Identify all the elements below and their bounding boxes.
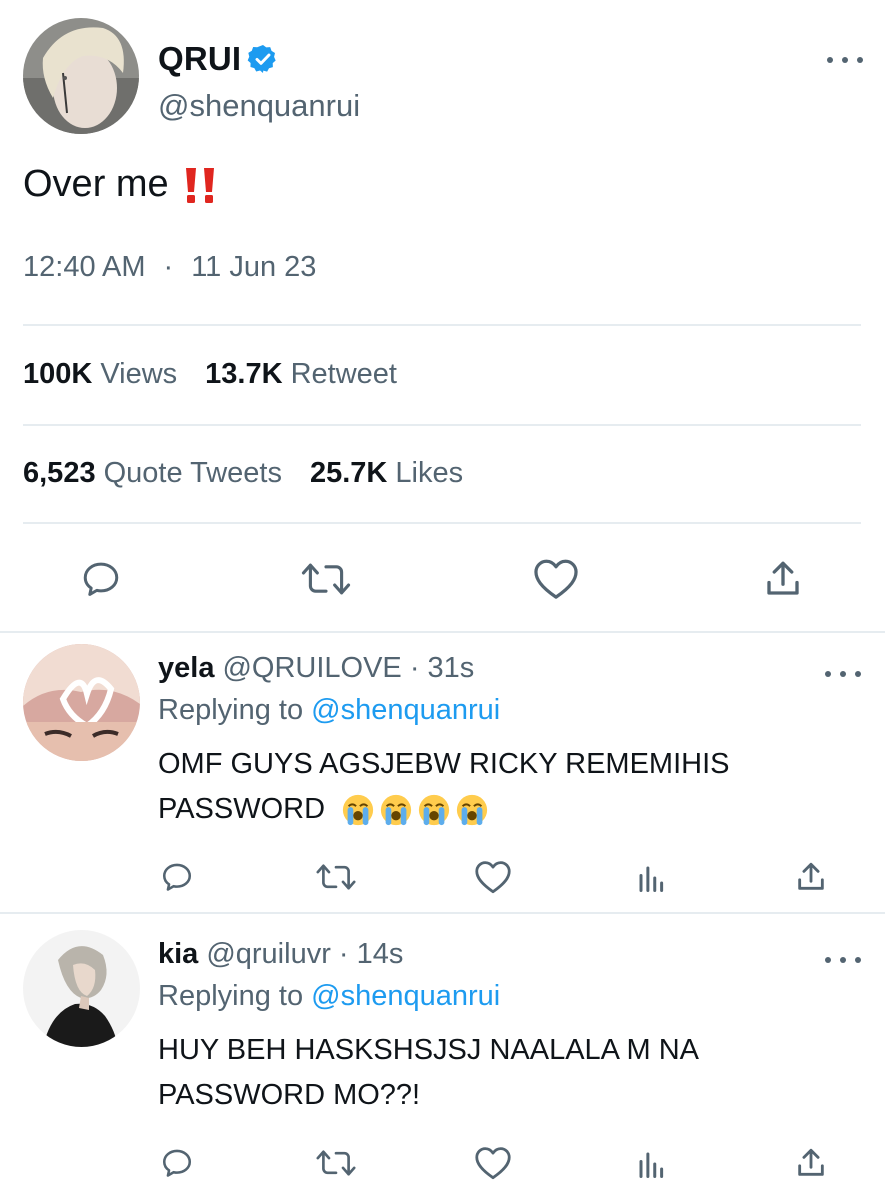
share-icon[interactable] <box>794 860 828 894</box>
views-count: 100K <box>23 358 93 390</box>
reply-text-content: HUY BEH HASKSHSJSJ NAALALA M NA PASSWORD… <box>158 1034 698 1111</box>
display-name[interactable]: yela <box>158 652 214 685</box>
reply-tweet[interactable]: yela @QRUILOVE · 31s Replying to @shenqu… <box>0 644 885 909</box>
more-options-icon[interactable] <box>825 662 861 686</box>
retweet-icon[interactable] <box>315 1146 357 1180</box>
tweet-detail-page: QRUI @shenquanrui Over me 12:40 AM · 11 … <box>0 0 885 1200</box>
tweet-time: 12:40 AM <box>23 251 146 283</box>
stats-row-views-retweets: 100K Views 13.7K Retweet <box>23 358 397 391</box>
analytics-icon[interactable] <box>636 862 666 894</box>
reply-icon[interactable] <box>80 558 122 600</box>
like-icon[interactable] <box>474 860 512 894</box>
reply-header: yela @QRUILOVE · 31s <box>158 652 474 685</box>
loudly-crying-face-icon <box>380 795 412 826</box>
mention-link[interactable]: @shenquanrui <box>311 980 500 1012</box>
more-options-icon[interactable] <box>827 48 863 72</box>
share-icon[interactable] <box>794 1146 828 1180</box>
replying-to: Replying to @shenquanrui <box>158 694 500 727</box>
reply-text: OMF GUYS AGSJEBW RICKY REMEMIHIS PASSWOR… <box>158 742 818 832</box>
loudly-crying-face-icon <box>456 795 488 826</box>
divider <box>23 424 861 426</box>
like-icon[interactable] <box>533 558 579 600</box>
loudly-crying-face-icon <box>418 795 450 826</box>
handle-and-time[interactable]: @QRUILOVE · 31s <box>222 652 474 685</box>
divider <box>0 912 885 914</box>
replying-to-prefix: Replying to <box>158 694 304 726</box>
reply-icon[interactable] <box>160 860 194 894</box>
likes-count: 25.7K <box>309 457 388 489</box>
divider <box>23 522 861 524</box>
double-exclamation-icon <box>183 165 219 205</box>
stats-row-quotes-likes: 6,523 Quote Tweets 25.7K Likes <box>23 457 463 490</box>
likes-label: Likes <box>395 457 464 489</box>
reply-action-bar <box>0 860 885 900</box>
avatar[interactable] <box>23 930 140 1047</box>
quotes-stat[interactable]: 6,523 Quote Tweets <box>23 457 282 490</box>
more-options-icon[interactable] <box>825 948 861 972</box>
tweet-text-content: Over me <box>23 163 169 205</box>
divider <box>23 324 861 326</box>
reply-text: HUY BEH HASKSHSJSJ NAALALA M NA PASSWORD… <box>158 1028 758 1118</box>
retweets-label: Retweet <box>290 358 397 390</box>
avatar[interactable] <box>23 644 140 761</box>
display-name[interactable]: kia <box>158 938 198 971</box>
tweet-text: Over me <box>23 163 219 206</box>
retweet-icon[interactable] <box>315 860 357 894</box>
quotes-count: 6,523 <box>23 457 96 489</box>
reply-icon[interactable] <box>160 1146 194 1180</box>
display-name-text: QRUI <box>158 40 242 77</box>
views-label: Views <box>100 358 178 390</box>
tweet-action-bar <box>0 550 885 606</box>
quotes-label: Quote Tweets <box>103 457 282 489</box>
retweet-icon[interactable] <box>300 558 352 600</box>
emoji-group <box>341 793 493 827</box>
separator: · <box>163 251 174 283</box>
user-handle[interactable]: @shenquanrui <box>158 88 360 124</box>
reply-action-bar <box>0 1146 885 1186</box>
replying-to: Replying to @shenquanrui <box>158 980 500 1013</box>
main-tweet-header: QRUI @shenquanrui <box>23 18 863 138</box>
analytics-icon[interactable] <box>636 1148 666 1180</box>
tweet-timestamp[interactable]: 12:40 AM · 11 Jun 23 <box>23 251 316 284</box>
display-name[interactable]: QRUI <box>158 40 279 78</box>
verified-badge-icon <box>247 43 279 75</box>
like-icon[interactable] <box>474 1146 512 1180</box>
replying-to-prefix: Replying to <box>158 980 304 1012</box>
views-stat[interactable]: 100K Views <box>23 358 177 391</box>
share-icon[interactable] <box>762 558 804 600</box>
loudly-crying-face-icon <box>342 795 374 826</box>
retweets-count: 13.7K <box>205 358 283 390</box>
likes-stat[interactable]: 25.7K Likes <box>310 457 463 490</box>
retweets-stat[interactable]: 13.7K Retweet <box>205 358 397 391</box>
tweet-date: 11 Jun 23 <box>191 251 317 283</box>
avatar[interactable] <box>23 18 139 134</box>
divider <box>0 631 885 633</box>
reply-tweet[interactable]: kia @qruiluvr · 14s Replying to @shenqua… <box>0 930 885 1200</box>
reply-header: kia @qruiluvr · 14s <box>158 938 403 971</box>
mention-link[interactable]: @shenquanrui <box>311 694 500 726</box>
handle-and-time[interactable]: @qruiluvr · 14s <box>206 938 403 971</box>
